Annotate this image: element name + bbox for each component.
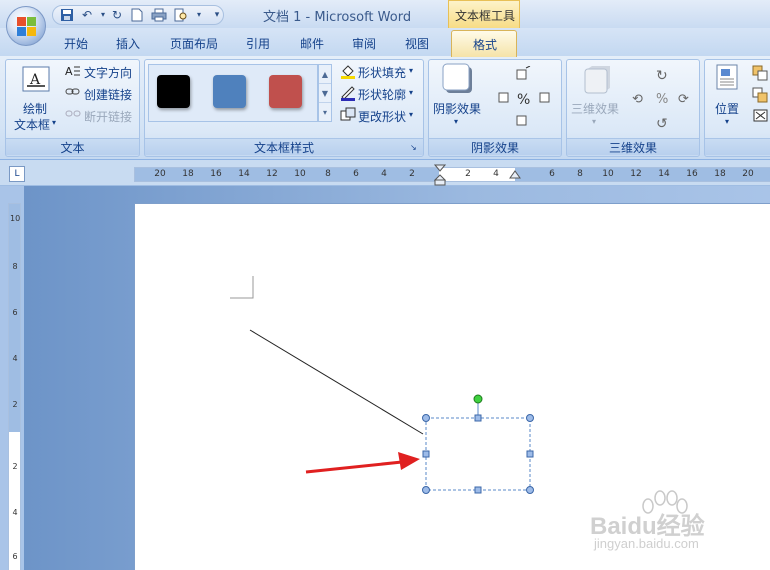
watermark-url: jingyan.baidu.com bbox=[594, 536, 699, 551]
resize-handle bbox=[526, 414, 534, 422]
resize-handle bbox=[526, 486, 534, 494]
annotation-arrow bbox=[305, 460, 403, 474]
margin-corner-mark bbox=[230, 276, 254, 299]
office-button[interactable] bbox=[6, 6, 46, 46]
resize-handle bbox=[422, 486, 430, 494]
resize-handle bbox=[474, 414, 482, 422]
resize-handle bbox=[526, 450, 534, 458]
tab-format-label: 格式 bbox=[473, 38, 498, 52]
rotation-handle bbox=[473, 394, 483, 404]
resize-handle bbox=[474, 486, 482, 494]
watermark: Baidu经验 jingyan.baidu.com bbox=[590, 484, 760, 554]
annotation-arrow-head bbox=[398, 452, 420, 470]
textbox-frame bbox=[425, 417, 531, 491]
office-logo-icon bbox=[17, 17, 37, 37]
drawn-line bbox=[249, 329, 424, 435]
resize-handle bbox=[422, 450, 430, 458]
tab-format[interactable]: 格式 bbox=[451, 30, 517, 57]
resize-handle bbox=[422, 414, 430, 422]
